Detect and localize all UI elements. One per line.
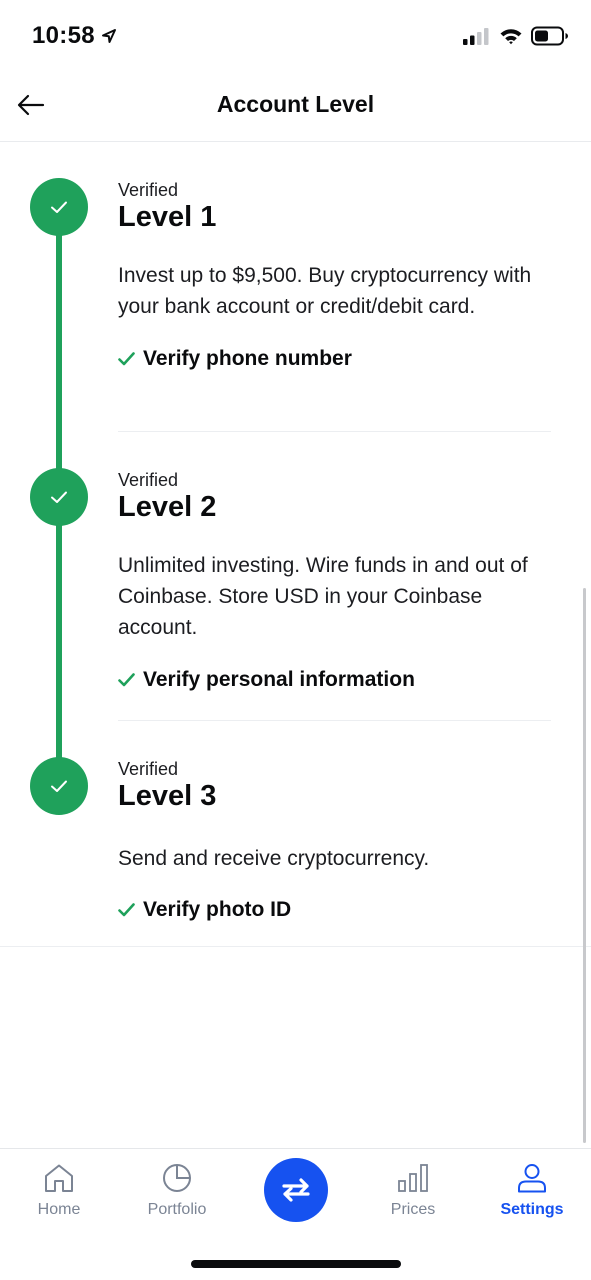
level-name: Level 1 xyxy=(118,201,217,233)
checkmark-icon xyxy=(118,673,135,687)
level-3-content: Verified Level 3 Send and receive crypto… xyxy=(118,758,551,922)
level-description: Unlimited investing. Wire funds in and o… xyxy=(118,554,528,639)
check-icon xyxy=(51,201,67,213)
level-divider xyxy=(118,431,551,432)
tab-label: Settings xyxy=(500,1201,564,1218)
home-indicator[interactable] xyxy=(191,1260,401,1268)
checkmark-icon xyxy=(118,352,135,366)
tab-label: Portfolio xyxy=(147,1201,207,1218)
tab-prices[interactable]: Prices xyxy=(363,1163,463,1219)
tab-home[interactable]: Home xyxy=(9,1163,109,1219)
check-icon xyxy=(51,491,67,503)
level-name: Level 3 xyxy=(118,780,217,812)
level-requirement: Verify personal information xyxy=(118,668,551,692)
header: Account Level xyxy=(0,72,591,142)
level-status: Verified xyxy=(118,470,179,490)
bar-chart-icon xyxy=(398,1164,428,1192)
level-requirement-label: Verify personal information xyxy=(143,668,415,691)
level-divider xyxy=(118,720,551,721)
battery-icon xyxy=(531,26,568,46)
cellular-signal-icon xyxy=(463,28,489,45)
scroll-indicator[interactable] xyxy=(583,588,586,1143)
location-arrow-icon xyxy=(101,29,116,43)
level-status: Verified xyxy=(118,759,179,779)
level-2-content: Verified Level 2 Unlimited investing. Wi… xyxy=(118,469,551,692)
tab-label: Prices xyxy=(390,1201,436,1218)
status-time-text: 10:58 xyxy=(32,22,95,49)
level-requirement: Verify phone number xyxy=(118,347,551,371)
level-requirement-label: Verify phone number xyxy=(143,347,352,370)
swap-arrows-icon xyxy=(282,1178,310,1202)
user-icon xyxy=(518,1164,546,1193)
level-requirement-label: Verify photo ID xyxy=(143,898,292,921)
level-status: Verified xyxy=(118,180,179,200)
page-title: Account Level xyxy=(216,91,375,117)
list-bottom-divider xyxy=(0,946,591,947)
wifi-icon xyxy=(500,29,522,45)
check-icon xyxy=(51,780,67,792)
level-2-check-badge xyxy=(30,468,88,526)
level-name: Level 2 xyxy=(118,491,217,523)
tab-bar: Home Portfolio Prices Settings xyxy=(0,1148,591,1280)
tab-settings[interactable]: Settings xyxy=(482,1163,582,1219)
level-description: Send and receive cryptocurrency. xyxy=(118,847,430,870)
level-requirement: Verify photo ID xyxy=(118,898,551,922)
status-bar: 10:58 xyxy=(0,0,591,72)
level-1-check-badge xyxy=(30,178,88,236)
tab-portfolio[interactable]: Portfolio xyxy=(127,1163,227,1219)
status-time: 10:58 xyxy=(32,22,117,50)
trade-button[interactable] xyxy=(264,1158,328,1222)
tab-label: Home xyxy=(37,1201,81,1218)
level-3-check-badge xyxy=(30,757,88,815)
level-1-content: Verified Level 1 Invest up to $9,500. Bu… xyxy=(118,179,551,371)
checkmark-icon xyxy=(118,903,135,917)
level-description: Invest up to $9,500. Buy cryptocurrency … xyxy=(118,264,532,318)
pie-chart-icon xyxy=(163,1164,191,1192)
status-indicators xyxy=(463,26,569,46)
home-icon xyxy=(45,1164,73,1192)
